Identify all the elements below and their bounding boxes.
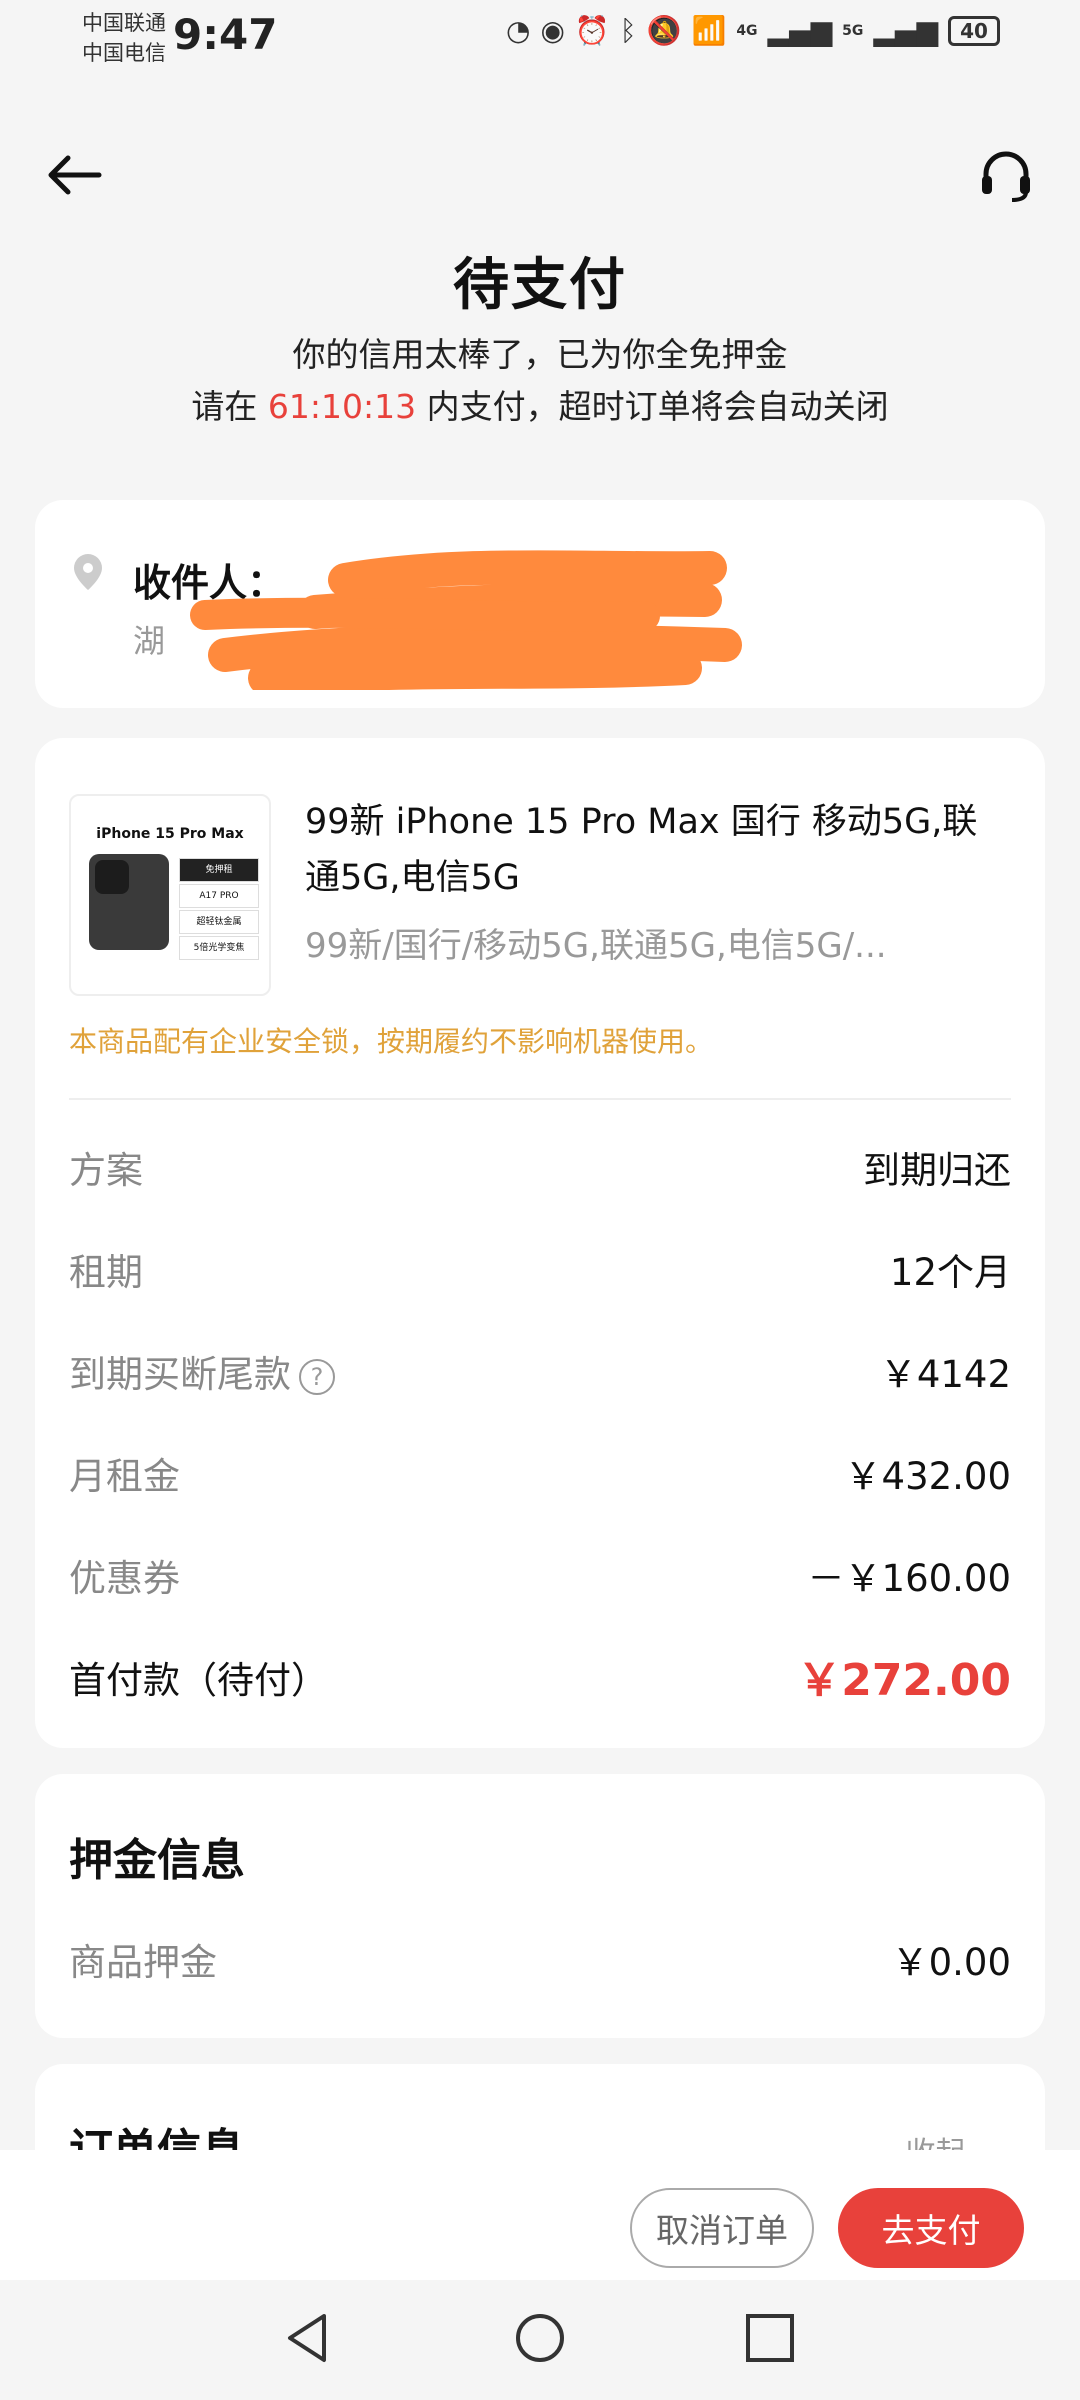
product-title[interactable]: 99新 iPhone 15 Pro Max 国行 移动5G,联通5G,电信5G [305, 794, 995, 906]
deposit-key: 商品押金 [69, 1941, 217, 1984]
image-tag: 5倍光学变焦 [179, 936, 259, 960]
signal-icon-2: ▂▄▆ [873, 14, 938, 47]
wifi-icon: 📶 [691, 14, 727, 47]
page-title: 待支付 [453, 253, 627, 318]
product-image-model: iPhone 15 Pro Max [96, 826, 244, 842]
battery-icon: 40 [948, 15, 1000, 46]
carrier-names: 中国联通 中国电信 [82, 8, 166, 68]
back-arrow-icon[interactable] [44, 150, 104, 200]
order-detail-card: iPhone 15 Pro Max 免押租 A17 PRO 超轻钛金属 5倍光学… [35, 738, 1045, 1748]
first-payment-label: 首付款（待付） [69, 1659, 328, 1702]
eye-icon: ◉ [540, 14, 565, 47]
bluetooth-icon: ᛒ [619, 14, 637, 47]
status-icons: ◔ ◉ ⏰ ᛒ 🔕 📶 4G ▂▄▆ 5G ▂▄▆ 40 [506, 14, 1000, 47]
image-tag: A17 PRO [179, 884, 259, 908]
payment-deadline: 请在 61:10:13 内支付，超时订单将会自动关闭 [0, 380, 1080, 428]
detail-row-plan: 方案 到期归还 [69, 1140, 1011, 1200]
address-line: 湖 [133, 622, 166, 660]
first-payment-amount: ￥272.00 [797, 1655, 1011, 1706]
deposit-value: ￥0.00 [891, 1941, 1011, 1984]
product-spec: 99新/国行/移动5G,联通5G,电信5G/... [305, 926, 887, 966]
deposit-card: 押金信息 商品押金 ￥0.00 [35, 1774, 1045, 2038]
carrier-1: 中国联通 [82, 11, 166, 35]
alarm-icon: ⏰ [574, 14, 610, 47]
product-image[interactable]: iPhone 15 Pro Max 免押租 A17 PRO 超轻钛金属 5倍光学… [69, 794, 271, 996]
nav-recents-icon[interactable] [742, 2310, 798, 2366]
camera-illustration [95, 860, 129, 894]
clock: 9:47 [173, 10, 278, 59]
detail-row-monthly-rent: 月租金 ￥432.00 [69, 1446, 1011, 1506]
detail-value: ￥4142 [879, 1353, 1011, 1396]
detail-value: 到期归还 [863, 1149, 1011, 1192]
detail-row-term: 租期 12个月 [69, 1242, 1011, 1302]
detail-key: 月租金 [69, 1455, 180, 1498]
detail-row-first-payment: 首付款（待付） ￥272.00 [69, 1650, 1011, 1710]
detail-key: 租期 [69, 1251, 143, 1294]
detail-key: 方案 [69, 1149, 143, 1192]
mute-icon: 🔕 [646, 14, 682, 47]
nav-back-icon[interactable] [280, 2310, 336, 2366]
system-nav-bar [0, 2280, 1080, 2400]
detail-value: 12个月 [889, 1251, 1011, 1294]
security-lock-note: 本商品配有企业安全锁，按期履约不影响机器使用。 [69, 1025, 714, 1058]
status-bar: 中国联通 中国电信 9:47 ◔ ◉ ⏰ ᛒ 🔕 📶 4G ▂▄▆ 5G ▂▄▆… [0, 0, 1080, 80]
image-tag: 超轻钛金属 [179, 910, 259, 934]
top-nav [0, 140, 1080, 210]
detail-row-coupon[interactable]: 优惠券 －￥160.00 [69, 1548, 1011, 1608]
detail-key-text: 到期买断尾款 [69, 1353, 291, 1396]
nav-home-icon[interactable] [512, 2310, 568, 2366]
location-pin-icon [74, 554, 102, 590]
image-tag: 免押租 [179, 858, 259, 882]
product-image-tags: 免押租 A17 PRO 超轻钛金属 5倍光学变焦 [179, 858, 259, 962]
help-question-icon[interactable]: ? [299, 1358, 335, 1395]
deadline-prefix: 请在 [191, 387, 268, 426]
deposit-row: 商品押金 ￥0.00 [69, 1932, 1011, 1992]
detail-key: 到期买断尾款? [69, 1344, 335, 1398]
detail-value: －￥160.00 [807, 1557, 1011, 1600]
deadline-suffix: 内支付，超时订单将会自动关闭 [416, 387, 889, 426]
redaction-scribble [190, 550, 742, 690]
cancel-order-button[interactable]: 取消订单 [630, 2188, 814, 2268]
address-card[interactable]: 收件人： 038 湖 [35, 500, 1045, 708]
detail-value: ￥432.00 [844, 1455, 1011, 1498]
bottom-action-bar: 取消订单 去支付 [0, 2150, 1080, 2280]
detail-row-buyout: 到期买断尾款? ￥4142 [69, 1344, 1011, 1404]
signal-icon: ▂▄▆ [767, 14, 833, 47]
pay-button[interactable]: 去支付 [838, 2188, 1024, 2268]
network-label-1: 4G [736, 22, 758, 39]
countdown-timer: 61:10:13 [267, 387, 417, 426]
speed-icon: ◔ [506, 14, 531, 47]
divider [69, 1098, 1011, 1100]
customer-service-icon[interactable] [976, 146, 1036, 206]
network-label-2: 5G [842, 22, 864, 39]
deposit-title: 押金信息 [69, 1835, 245, 1886]
carrier-2: 中国电信 [82, 41, 166, 65]
detail-key: 优惠券 [69, 1557, 180, 1600]
credit-message: 你的信用太棒了，已为你全免押金 [292, 335, 788, 374]
